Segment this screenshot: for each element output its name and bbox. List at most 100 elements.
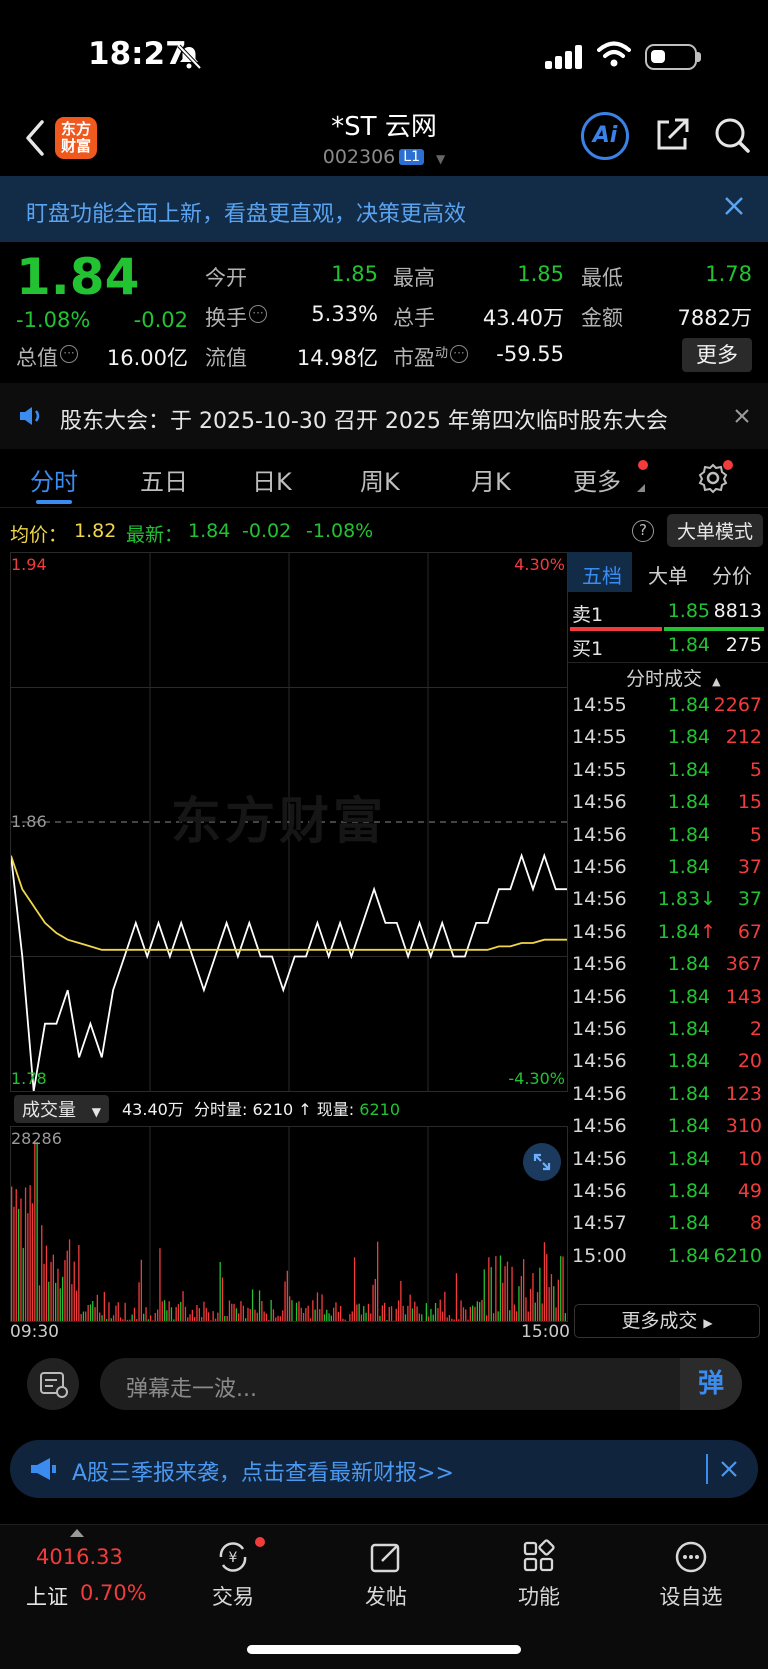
volume-bar: [428, 1316, 430, 1321]
volume-bar: [476, 1301, 478, 1321]
expand-icon[interactable]: [523, 1143, 561, 1181]
volume-bar: [214, 1318, 217, 1321]
danmu-send-button[interactable]: 弹: [680, 1358, 742, 1410]
tab-daily-k[interactable]: 日K: [252, 462, 292, 497]
volume-bar: [43, 1263, 45, 1321]
megaphone-icon: [31, 1458, 56, 1480]
danmu-input[interactable]: 弹幕走一波... 弹: [100, 1358, 742, 1410]
info-icon[interactable]: ···: [249, 305, 267, 323]
volume-bar: [203, 1301, 205, 1321]
pct-axis-top-label: 4.30%: [514, 555, 565, 574]
volume-bar: [52, 1254, 54, 1321]
promo-banner[interactable]: A股三季报来袭，点击查看最新财报>>: [10, 1440, 758, 1498]
volume-bar: [434, 1303, 437, 1321]
notice-banner[interactable]: 盯盘功能全面上新，看盘更直观，决策更高效: [0, 176, 768, 242]
y-axis-mid-label: 1.86: [11, 812, 47, 831]
volume-bar: [562, 1256, 564, 1321]
danmu-settings-icon[interactable]: [27, 1358, 79, 1410]
more-dots-icon: [675, 1541, 707, 1573]
promo-text: A股三季报来袭，点击查看最新财报>>: [72, 1461, 454, 1486]
volume-bar: [326, 1309, 328, 1321]
info-icon[interactable]: ···: [450, 345, 469, 363]
ai-button[interactable]: Ai: [581, 112, 629, 160]
share-icon[interactable]: [651, 114, 693, 156]
volume-bar: [106, 1319, 108, 1321]
big-order-mode-button[interactable]: 大单模式: [667, 514, 764, 547]
volume-bar: [152, 1320, 154, 1321]
volume-bar: [307, 1305, 309, 1321]
quote-panel: 1.84 -1.08% -0.02 今开 1.85 最高 1.85 最低 1.7…: [0, 242, 768, 382]
volume-chart[interactable]: 28286: [10, 1126, 568, 1322]
trade-row: 14:56 1.84 15: [568, 791, 768, 821]
field-label-volume: 总手: [393, 306, 435, 330]
order-book-panel: 五档 大单 分价 卖1 1.85 8813 买1 1.84 275 分时成交 ▲…: [568, 552, 768, 1342]
volume-bar: [182, 1291, 184, 1321]
volume-bar: [414, 1301, 416, 1321]
tab-big-orders[interactable]: 大单: [648, 560, 688, 589]
volume-bar: [439, 1299, 441, 1321]
trade-row: 14:55 1.84 5: [568, 759, 768, 789]
volume-bar: [437, 1308, 439, 1321]
field-value-pe: -59.55: [496, 342, 564, 366]
more-trades-button[interactable]: 更多成交 ▶: [574, 1304, 760, 1338]
close-icon[interactable]: [720, 1460, 738, 1478]
volume-indicator-select[interactable]: 成交量 ▼: [14, 1095, 109, 1123]
volume-bar: [55, 1282, 57, 1321]
tab-monthly-k[interactable]: 月K: [471, 462, 511, 497]
volume-bar: [119, 1317, 122, 1321]
close-icon[interactable]: [722, 194, 746, 218]
divider: [568, 662, 768, 663]
trade-price: 1.84: [667, 726, 710, 749]
more-button[interactable]: 更多: [682, 338, 752, 372]
intraday-chart[interactable]: 1.94 1.86 1.78 4.30% -4.30% 东方财富: [10, 552, 568, 1092]
volume-bar: [177, 1304, 180, 1321]
info-icon[interactable]: ···: [60, 345, 78, 363]
trades-title[interactable]: 分时成交 ▲: [626, 664, 721, 691]
tab-price-distribution[interactable]: 分价: [712, 560, 752, 589]
volume-bar: [441, 1311, 444, 1321]
nav-label: 设自选: [659, 1585, 723, 1609]
announcement-bar[interactable]: 股东大会：于 2025-10-30 召开 2025 年第四次临时股东大会: [0, 383, 768, 449]
status-time: 18:27: [88, 36, 187, 72]
volume-bar: [126, 1319, 129, 1321]
tab-intraday[interactable]: 分时: [30, 462, 78, 497]
volume-bar: [34, 1141, 36, 1321]
wifi-icon: [597, 41, 631, 67]
tab-five-day[interactable]: 五日: [140, 462, 188, 497]
notice-text: 盯盘功能全面上新，看盘更直观，决策更高效: [26, 202, 467, 227]
volume-bar: [532, 1273, 534, 1321]
volume-bar: [238, 1313, 240, 1321]
volume-bar: [99, 1312, 101, 1321]
volume-bar: [27, 1213, 29, 1321]
volume-bar: [80, 1314, 82, 1321]
volume-bar: [360, 1314, 363, 1321]
active-tab-indicator: [36, 500, 72, 504]
field-value-amount: 7882万: [677, 306, 752, 330]
tab-weekly-k[interactable]: 周K: [360, 462, 400, 497]
volume-bar: [101, 1315, 103, 1321]
volume-bar: [242, 1305, 244, 1321]
volume-bar: [161, 1301, 163, 1321]
trade-price: 1.84: [667, 1115, 710, 1138]
volume-bar: [425, 1303, 427, 1321]
volume-bar: [284, 1281, 286, 1321]
tab-more[interactable]: 更多: [573, 462, 621, 497]
volume-bar: [451, 1318, 453, 1321]
volume-bar: [11, 1186, 13, 1321]
volume-bar: [390, 1306, 393, 1321]
close-icon[interactable]: [734, 408, 750, 424]
trade-time: 14:57: [572, 1212, 627, 1235]
price-info-row: 均价： 1.82 最新： 1.84 -0.02 -1.08% ? 大单模式: [0, 508, 768, 550]
volume-bar: [402, 1305, 404, 1321]
index-ticker[interactable]: 4016.33 上证 0.70%: [20, 1525, 150, 1625]
search-icon[interactable]: [711, 114, 753, 156]
volume-bar: [265, 1313, 268, 1321]
volume-bar: [358, 1303, 360, 1321]
volume-bar: [145, 1307, 147, 1321]
trade-time: 14:56: [572, 953, 627, 976]
sell-strength-bar: [570, 627, 662, 631]
volume-bar: [261, 1301, 263, 1321]
grid-icon: [523, 1539, 555, 1572]
tab-five-levels[interactable]: 五档: [582, 560, 622, 589]
help-icon[interactable]: ?: [632, 520, 654, 542]
